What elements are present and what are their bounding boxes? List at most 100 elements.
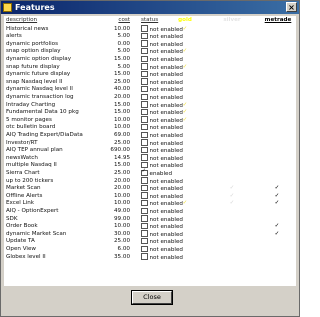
feature-enable-checkbox[interactable]: [141, 63, 148, 70]
feature-status: not enabled: [141, 63, 201, 70]
col-header-gold: gold: [178, 17, 192, 23]
feature-row: snap future display 5.00 not enabled ✓: [4, 63, 296, 72]
feature-enable-checkbox[interactable]: [141, 245, 148, 252]
feature-cost: 25.00: [113, 169, 130, 176]
silver-check-icon: ✓: [229, 185, 235, 192]
feature-row: snap Nasdaq level II 25.00 not enabled: [4, 78, 296, 87]
feature-enable-checkbox[interactable]: [141, 108, 148, 116]
feature-row: Fundamental Data 10 pkg 15.00 not enabled ✓: [4, 108, 296, 117]
feature-enable-checkbox[interactable]: [141, 40, 148, 47]
feature-description: dynamic transaction log: [6, 93, 74, 100]
feature-enable-checkbox[interactable]: [141, 207, 148, 214]
metrade-check-icon: ✓: [274, 200, 280, 207]
feature-enable-checkbox[interactable]: [141, 47, 148, 55]
feature-status-text: not enabled: [149, 239, 183, 246]
feature-status: not enabled: [141, 230, 201, 238]
feature-enable-checkbox[interactable]: [141, 168, 148, 176]
feature-cost: 49.00: [113, 207, 130, 214]
feature-status-text: not enabled: [149, 216, 183, 223]
feature-cost: 40.00: [113, 86, 130, 93]
feature-description: Investor/RT: [6, 139, 38, 146]
feature-enable-checkbox[interactable]: [141, 32, 148, 40]
feature-row: multiple Nasdaq II 15.00 not enabled: [4, 161, 296, 170]
feature-enable-checkbox[interactable]: [141, 253, 148, 260]
feature-enable-checkbox[interactable]: [141, 215, 148, 222]
gold-check-icon: ✓: [182, 48, 188, 55]
feature-description: up to 200 tickers: [6, 177, 54, 184]
feature-description: AIQ TEP annual plan: [6, 147, 63, 154]
feature-enable-checkbox[interactable]: [141, 222, 148, 230]
feature-status: not enabled: [141, 85, 201, 93]
feature-cost: 20.00: [113, 177, 130, 184]
close-button[interactable]: Close: [131, 290, 173, 305]
feature-status: not enabled: [141, 93, 201, 101]
feature-description: Market Scan: [6, 185, 41, 192]
feature-enable-checkbox[interactable]: [141, 192, 148, 199]
feature-status: not enabled: [141, 199, 201, 207]
feature-row: Historical news 10.00 not enabled ✓: [4, 25, 296, 34]
window-close-icon[interactable]: ×: [286, 2, 297, 12]
feature-status: not enabled: [141, 146, 201, 154]
col-header-silver: silver: [223, 17, 241, 23]
feature-enable-checkbox[interactable]: [141, 146, 148, 154]
feature-description: multiple Nasdaq II: [6, 162, 57, 169]
title-bar[interactable]: Features ×: [1, 1, 299, 14]
feature-status-text: not enabled: [149, 231, 183, 238]
feature-status: not enabled: [141, 70, 201, 78]
feature-enable-checkbox[interactable]: [141, 230, 148, 237]
feature-row: otc bulletin board 10.00 not enabled: [4, 123, 296, 132]
feature-description: Update TA: [6, 238, 35, 245]
feature-enable-checkbox[interactable]: [141, 237, 148, 245]
feature-enable-checkbox[interactable]: [141, 70, 148, 78]
feature-enable-checkbox[interactable]: [141, 154, 148, 161]
feature-cost: 15.00: [113, 55, 130, 62]
feature-status: not enabled: [141, 215, 201, 223]
feature-status-text: not enabled: [149, 102, 183, 109]
feature-row: Intraday Charting 15.00 not enabled ✓: [4, 101, 296, 110]
feature-status-text: not enabled: [149, 117, 183, 124]
metrade-check-icon: ✓: [274, 223, 280, 230]
feature-description: Intraday Charting: [6, 101, 56, 108]
feature-enable-checkbox[interactable]: [141, 131, 148, 138]
feature-enable-checkbox[interactable]: [141, 184, 148, 192]
feature-enable-checkbox[interactable]: [141, 93, 148, 100]
feature-status: not enabled: [141, 237, 201, 246]
feature-cost: 99.00: [113, 215, 130, 222]
feature-description: snap Nasdaq level II: [6, 78, 63, 85]
feature-status: not enabled: [141, 184, 201, 192]
feature-enable-checkbox[interactable]: [141, 116, 148, 123]
col-header-description[interactable]: description: [6, 17, 110, 23]
silver-check-icon: ✓: [229, 200, 235, 207]
feature-row: Investor/RT 25.00 not enabled: [4, 139, 296, 148]
gold-check-icon: ✓: [182, 101, 188, 108]
feature-enable-checkbox[interactable]: [141, 101, 148, 108]
feature-status-text: not enabled: [149, 56, 183, 63]
feature-enable-checkbox[interactable]: [141, 85, 148, 93]
feature-description: Sierra Chart: [6, 169, 40, 176]
feature-status: not enabled: [141, 253, 201, 260]
feature-enable-checkbox[interactable]: [141, 55, 148, 62]
feature-description: alerts: [6, 33, 22, 40]
feature-row: Order Book 10.00 not enabled ✓: [4, 222, 296, 231]
feature-enable-checkbox[interactable]: [141, 199, 148, 207]
feature-enable-checkbox[interactable]: [141, 177, 148, 184]
feature-enable-checkbox[interactable]: [141, 78, 148, 85]
feature-cost: 20.00: [113, 185, 130, 192]
features-grid: description cost status gold silver metr…: [4, 16, 296, 286]
feature-status: not enabled: [141, 101, 201, 109]
feature-description: Fundamental Data 10 pkg: [6, 109, 79, 116]
feature-status-text: not enabled: [149, 193, 183, 200]
feature-description: Open View: [6, 245, 36, 252]
feature-description: snap future display: [6, 63, 60, 70]
feature-description: dynamic Nasdaq level II: [6, 86, 73, 93]
feature-cost: 15.00: [113, 101, 130, 108]
col-header-cost[interactable]: cost: [108, 17, 130, 23]
feature-status: not enabled: [141, 177, 201, 184]
feature-status-text: not enabled: [149, 79, 183, 86]
feature-status: not enabled: [141, 78, 201, 86]
feature-row: Open View 6.00 not enabled: [4, 245, 296, 254]
feature-enable-checkbox[interactable]: [141, 25, 148, 32]
feature-enable-checkbox[interactable]: [141, 139, 148, 146]
feature-cost: 15.00: [113, 162, 130, 169]
feature-enable-checkbox[interactable]: [141, 123, 148, 131]
